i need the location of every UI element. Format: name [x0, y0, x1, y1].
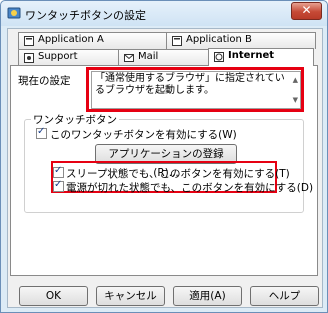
close-icon: ✕ — [301, 3, 312, 17]
help-button[interactable]: ヘルプ — [250, 286, 319, 306]
group-label: ワンタッチボタン — [31, 112, 119, 127]
tab-label: Application A — [38, 34, 104, 45]
cancel-button[interactable]: キャンセル — [96, 286, 165, 306]
enable-label: このワンタッチボタンを有効にする(W) — [50, 129, 237, 141]
tab-label: Application B — [186, 34, 252, 45]
sleep-label: スリープ状態でも、このボタンを有効にする(T) — [66, 168, 290, 180]
support-icon — [24, 53, 34, 63]
title-bar[interactable]: ワンタッチボタンの設定 ✕ — [1, 1, 327, 26]
apply-button[interactable]: 適用(A) — [173, 286, 242, 306]
tab-internet[interactable]: Internet — [208, 48, 314, 66]
current-setting-label: 現在の設定 — [18, 75, 71, 87]
sleep-checkbox[interactable] — [53, 165, 64, 178]
close-button[interactable]: ✕ — [291, 2, 322, 20]
window-app-icon — [7, 7, 21, 19]
mail-icon — [124, 54, 134, 62]
internet-icon — [214, 52, 224, 62]
window-title: ワンタッチボタンの設定 — [25, 9, 146, 22]
tab-application-a[interactable]: Application A — [18, 32, 168, 49]
tab-support[interactable]: Support — [18, 49, 120, 66]
settings-window: ワンタッチボタンの設定 ✕ Application A Application … — [0, 0, 328, 313]
tab-label: Internet — [228, 50, 275, 61]
poweroff-checkbox[interactable] — [53, 179, 64, 192]
tab-mail[interactable]: Mail — [118, 49, 210, 66]
tab-label: Support — [38, 51, 78, 62]
ok-button[interactable]: OK — [19, 286, 88, 306]
application-icon — [172, 36, 182, 46]
tab-application-b[interactable]: Application B — [166, 32, 316, 49]
tab-label: Mail — [138, 51, 159, 62]
enable-checkbox[interactable] — [36, 126, 47, 139]
highlight-frame — [86, 67, 304, 112]
application-icon — [24, 36, 34, 46]
poweroff-label: 電源が切れた状態でも、このボタンを有効にする(D) — [66, 182, 314, 194]
